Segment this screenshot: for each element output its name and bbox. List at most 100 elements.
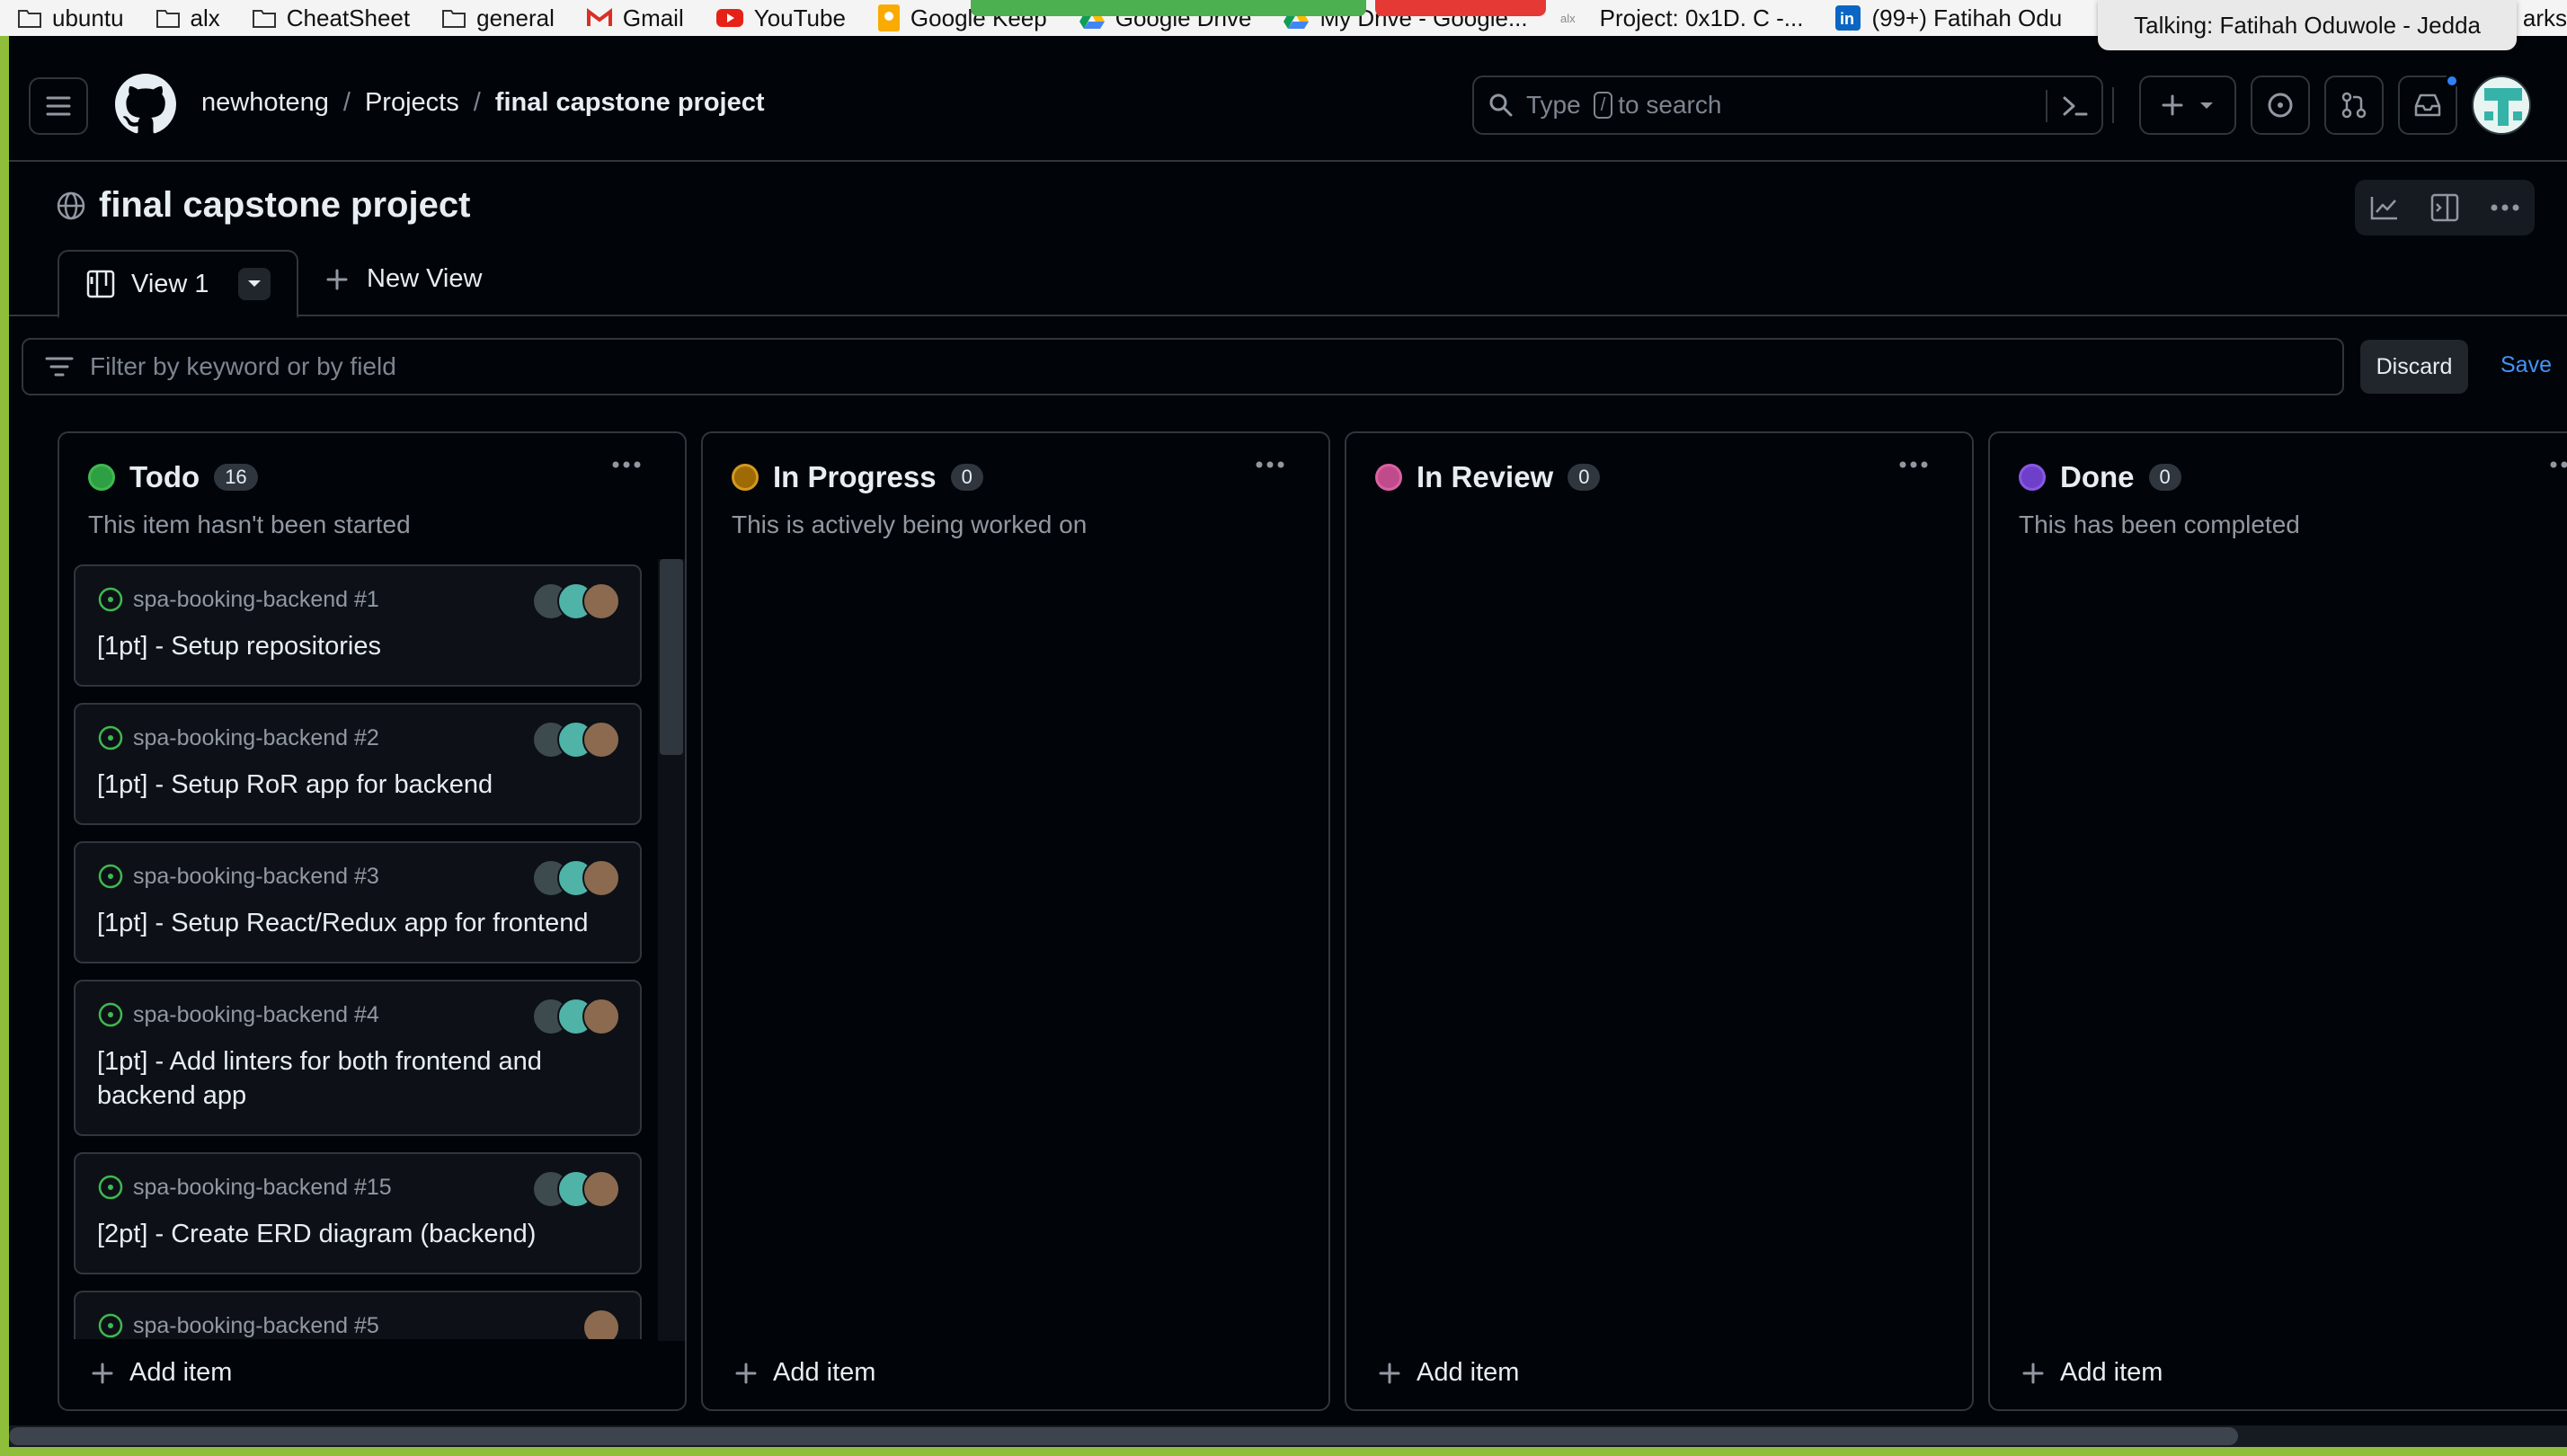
add-item-label: Add item [773, 1358, 876, 1387]
plus-icon [1379, 1363, 1400, 1383]
board-column-in-progress: In Progress 0 This is actively being wor… [701, 431, 1330, 1411]
open-menu-button[interactable] [29, 77, 88, 135]
issues-button[interactable] [2251, 75, 2310, 135]
save-button[interactable]: Save [2500, 352, 2552, 378]
tab-view-1[interactable]: View 1 [58, 250, 298, 318]
github-header: newhoteng / Projects / final capstone pr… [9, 36, 2567, 162]
assignee-avatars[interactable] [532, 998, 620, 1035]
assignee-avatars[interactable] [582, 1309, 620, 1339]
bookmark-cheatsheet[interactable]: CheatSheet [252, 4, 410, 32]
stop-share-button[interactable] [1375, 0, 1546, 16]
card-title[interactable]: [1pt] - Add linters for both frontend an… [97, 1044, 618, 1113]
card-repo-number[interactable]: spa-booking-backend #15 [133, 1175, 392, 1201]
search-divider [2046, 90, 2047, 122]
bookmark-ubuntu[interactable]: ubuntu [18, 4, 124, 32]
new-view-button[interactable]: New View [325, 264, 482, 294]
search-shortcut-key: / [1593, 92, 1613, 119]
search-input[interactable]: Type / to search [1472, 75, 2103, 135]
card-title[interactable]: [1pt] - Setup React/Redux app for fronte… [97, 906, 618, 940]
youtube-icon [715, 9, 743, 27]
bookmark-general[interactable]: general [442, 4, 555, 32]
column-count-badge: 0 [950, 464, 983, 491]
create-new-button[interactable] [2139, 75, 2236, 135]
column-count-badge: 0 [1568, 464, 1601, 491]
issue-card[interactable]: spa-booking-backend #4 [1pt] - Add linte… [74, 980, 642, 1136]
pull-requests-button[interactable] [2324, 75, 2384, 135]
command-palette-icon[interactable] [2060, 92, 2089, 120]
card-title[interactable]: [1pt] - Setup repositories [97, 629, 618, 663]
svg-text:in: in [1840, 10, 1854, 28]
breadcrumb-project[interactable]: final capstone project [495, 88, 765, 118]
user-avatar[interactable] [2472, 75, 2531, 135]
column-scroll-thumb[interactable] [660, 559, 683, 755]
github-logo-icon[interactable] [115, 74, 176, 135]
issue-card[interactable]: spa-booking-backend #3 [1pt] - Setup Rea… [74, 841, 642, 963]
column-count-badge: 16 [214, 464, 258, 491]
inbox-button[interactable] [2398, 74, 2459, 135]
column-more-options-icon[interactable] [1255, 460, 1285, 469]
filter-input[interactable]: Filter by keyword or by field [22, 338, 2344, 395]
column-name: In Progress [773, 460, 937, 493]
board-horizontal-scrollbar[interactable] [9, 1425, 2567, 1447]
discard-button[interactable]: Discard [2360, 340, 2468, 394]
breadcrumb-owner[interactable]: newhoteng [201, 88, 329, 118]
assignee-avatars[interactable] [532, 721, 620, 759]
bookmark-youtube[interactable]: YouTube [715, 4, 846, 32]
issue-card[interactable]: spa-booking-backend #5 [74, 1291, 642, 1339]
board-column-done: Done 0 This has been completed Add item [1988, 431, 2567, 1411]
assignee-avatar [582, 721, 620, 759]
caret-down-icon [247, 280, 261, 287]
plus-icon [2022, 1363, 2044, 1383]
column-description: This has been completed [2019, 510, 2300, 538]
bookmarks-overflow-label[interactable]: arks [2523, 0, 2567, 36]
issue-card[interactable]: spa-booking-backend #2 [1pt] - Setup RoR… [74, 703, 642, 825]
issue-card[interactable]: spa-booking-backend #1 [1pt] - Setup rep… [74, 564, 642, 687]
card-repo-number[interactable]: spa-booking-backend #4 [133, 1002, 379, 1028]
search-icon [1489, 93, 1513, 117]
card-repo-number[interactable]: spa-booking-backend #1 [133, 587, 379, 613]
tab-view-1-label: View 1 [131, 269, 209, 298]
breadcrumb-projects[interactable]: Projects [365, 88, 459, 118]
sidebar-expand-icon[interactable] [2429, 192, 2460, 223]
bookmark-linkedin[interactable]: in (99+) Fatihah Odu [1835, 4, 2062, 32]
filter-icon [45, 357, 74, 377]
add-item-button[interactable]: Add item [1379, 1358, 1519, 1388]
column-more-options-icon[interactable] [611, 460, 642, 469]
card-title[interactable]: [1pt] - Setup RoR app for backend [97, 768, 618, 802]
folder-icon [18, 10, 41, 28]
card-repo-number[interactable]: spa-booking-backend #5 [133, 1313, 379, 1339]
bookmark-alx-project[interactable]: alx Project: 0x1D. C -... [1560, 4, 1804, 32]
insights-graph-icon[interactable] [2369, 194, 2400, 221]
column-name: In Review [1417, 460, 1554, 493]
issue-open-icon [98, 725, 123, 750]
card-title[interactable]: [2pt] - Create ERD diagram (backend) [97, 1217, 618, 1251]
gmail-icon [586, 8, 612, 26]
bookmark-gmail[interactable]: Gmail [586, 4, 684, 32]
view-options-button[interactable] [237, 268, 271, 300]
issue-card[interactable]: spa-booking-backend #15 [2pt] - Create E… [74, 1152, 642, 1274]
board-scroll-thumb[interactable] [9, 1427, 2238, 1445]
assignee-avatars[interactable] [532, 1170, 620, 1208]
card-repo-number[interactable]: spa-booking-backend #2 [133, 725, 379, 751]
add-item-button[interactable]: Add item [92, 1358, 232, 1388]
more-options-icon[interactable] [2490, 203, 2520, 212]
assignee-avatars[interactable] [532, 582, 620, 620]
column-more-options-icon[interactable] [2549, 460, 2567, 469]
add-item-button[interactable]: Add item [735, 1358, 875, 1388]
column-more-options-icon[interactable] [1898, 460, 1929, 469]
column-scrollbar[interactable] [658, 559, 685, 1341]
view-tabs: View 1 New View [9, 248, 2567, 318]
add-item-button[interactable]: Add item [2022, 1358, 2163, 1388]
assignee-avatars[interactable] [532, 859, 620, 897]
project-actions-group [2355, 180, 2535, 235]
assignee-avatar [582, 998, 620, 1035]
column-description: This item hasn't been started [88, 510, 411, 538]
assignee-avatar [582, 1309, 620, 1339]
linkedin-icon: in [1835, 5, 1861, 31]
card-repo-number[interactable]: spa-booking-backend #3 [133, 864, 379, 890]
header-actions [2101, 74, 2531, 135]
breadcrumb-separator: / [473, 88, 481, 117]
plus-icon [92, 1363, 113, 1383]
new-view-label: New View [367, 264, 483, 293]
bookmark-alx[interactable]: alx [155, 4, 220, 32]
